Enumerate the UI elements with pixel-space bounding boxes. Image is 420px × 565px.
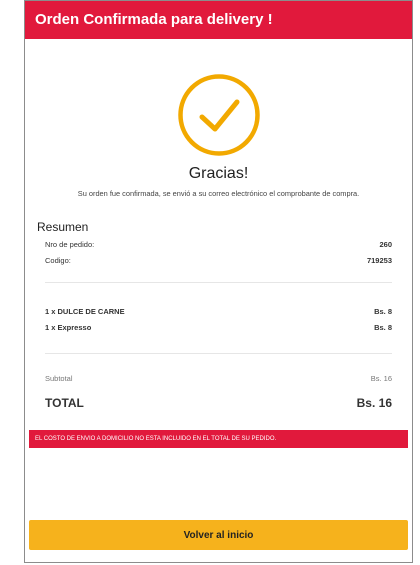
- order-number-value: 260: [379, 240, 392, 249]
- total-value: Bs. 16: [356, 396, 392, 410]
- divider: [45, 282, 392, 283]
- order-number-row: Nro de pedido: 260: [37, 240, 400, 256]
- total-label: TOTAL: [45, 396, 84, 410]
- subtotal-value: Bs. 16: [370, 374, 392, 383]
- subtotal-label: Subtotal: [45, 374, 73, 383]
- total-row: TOTAL Bs. 16: [37, 390, 400, 416]
- order-confirmation-card: Orden Confirmada para delivery ! Gracias…: [24, 0, 413, 563]
- list-item: 1 x Expresso Bs. 8: [37, 323, 400, 339]
- code-value: 719253: [366, 256, 392, 265]
- item-price: Bs. 8: [374, 323, 392, 332]
- check-circle-icon: [177, 74, 260, 156]
- shipping-notice-banner: EL COSTO DE ENVIO A DOMICILIO NO ESTA IN…: [29, 430, 408, 448]
- success-badge: [25, 73, 412, 157]
- divider: [45, 353, 392, 354]
- order-number-label: Nro de pedido:: [45, 240, 95, 249]
- summary-section: Resumen Nro de pedido: 260 Codigo: 71925…: [25, 220, 412, 416]
- order-items: 1 x DULCE DE CARNE Bs. 8 1 x Expresso Bs…: [37, 307, 400, 339]
- item-label: 1 x DULCE DE CARNE: [45, 307, 125, 316]
- confirmation-message: Su orden fue confirmada, se envió a su c…: [77, 189, 360, 198]
- page-title: Orden Confirmada para delivery !: [35, 11, 273, 28]
- summary-title: Resumen: [37, 220, 89, 234]
- code-row: Codigo: 719253: [37, 256, 400, 272]
- code-label: Codigo:: [45, 256, 71, 265]
- item-price: Bs. 8: [374, 307, 392, 316]
- item-label: 1 x Expresso: [45, 323, 92, 332]
- back-to-home-button[interactable]: Volver al inicio: [29, 520, 408, 550]
- subtotal-row: Subtotal Bs. 16: [37, 374, 400, 390]
- page-header: Orden Confirmada para delivery !: [25, 1, 412, 39]
- list-item: 1 x DULCE DE CARNE Bs. 8: [37, 307, 400, 323]
- thanks-heading: Gracias!: [188, 165, 249, 182]
